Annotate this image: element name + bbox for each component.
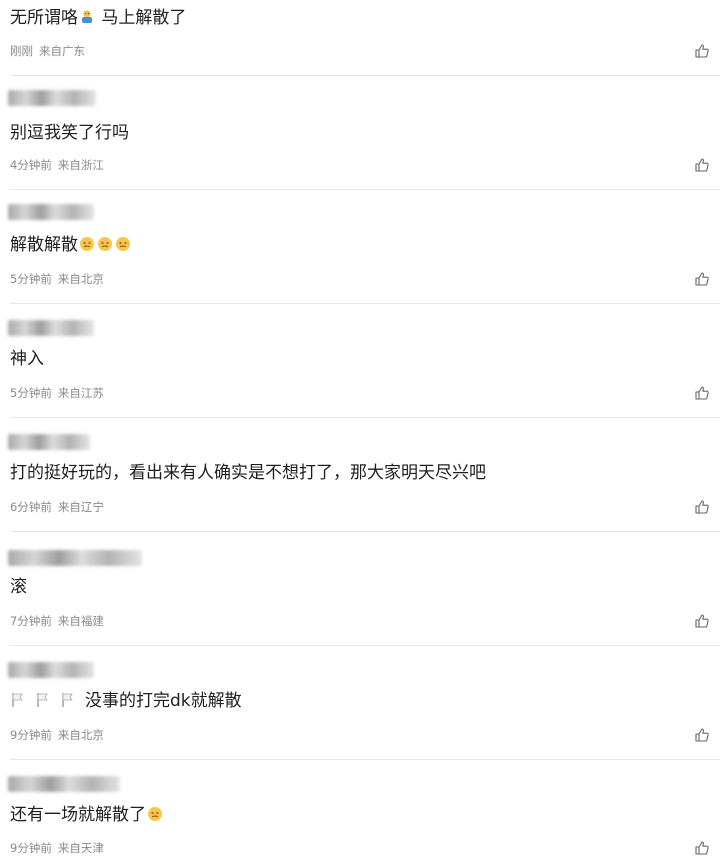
comment-location: 来自北京 (57, 272, 104, 286)
comment-time: 9分钟前 (10, 728, 52, 742)
comment-item: 打的挺好玩的，看出来有人确实是不想打了，那大家明天尽兴吧 6分钟前 来自辽宁 (0, 418, 720, 532)
comment-meta: 5分钟前 来自江苏 (10, 385, 110, 401)
thumbs-up-icon[interactable] (694, 157, 710, 173)
thumbs-up-icon[interactable] (694, 727, 710, 743)
thumbs-up-icon[interactable] (694, 271, 710, 287)
thumbs-up-icon[interactable] (694, 43, 710, 59)
comment-item: 神入 5分钟前 来自江苏 (0, 304, 720, 418)
thumbs-up-icon[interactable] (694, 613, 710, 629)
comment-item: 还有一场就解散了 9分钟前 来自天津 (0, 760, 720, 861)
comment-text: 没事的打完dk就解散 (10, 689, 242, 713)
person-emoji-icon (82, 10, 92, 23)
comment-location: 来自北京 (57, 728, 104, 742)
comment-item: 无所谓咯 马上解散了 刚刚 来自广东 (0, 0, 720, 76)
username-blurred (8, 550, 142, 566)
comment-item: 别逗我笑了行吗 4分钟前 来自浙江 (0, 76, 720, 190)
comment-meta: 4分钟前 来自浙江 (10, 157, 110, 173)
comment-item: 解散解散 5分钟前 来自北京 (0, 190, 720, 304)
username-blurred (8, 776, 120, 792)
comment-meta: 5分钟前 来自北京 (10, 271, 110, 287)
comment-text: 无所谓咯 马上解散了 (10, 8, 187, 28)
username-blurred (8, 204, 94, 220)
username-blurred (8, 90, 96, 106)
comment-time: 刚刚 (10, 44, 33, 58)
crying-face-emoji-icon (80, 237, 94, 251)
comment-location: 来自福建 (57, 614, 104, 628)
comment-item: 没事的打完dk就解散 9分钟前 来自北京 (0, 646, 720, 760)
comment-text: 解散解散 (10, 233, 132, 257)
comment-meta: 9分钟前 来自北京 (10, 727, 110, 743)
thumbs-up-icon[interactable] (694, 499, 710, 515)
comment-text: 神入 (10, 349, 44, 369)
comment-meta: 刚刚 来自广东 (10, 43, 91, 59)
comment-meta: 9分钟前 来自天津 (10, 840, 110, 856)
comment-time: 6分钟前 (10, 500, 52, 514)
comment-text: 滚 (10, 577, 27, 597)
thumbs-up-icon[interactable] (694, 840, 710, 856)
username-blurred (8, 662, 94, 678)
crying-face-emoji-icon (116, 237, 130, 251)
comment-meta: 6分钟前 来自辽宁 (10, 499, 110, 515)
comment-location: 来自辽宁 (57, 500, 104, 514)
comment-location: 来自天津 (57, 841, 104, 855)
comment-location: 来自广东 (39, 44, 85, 58)
white-flag-icon (12, 693, 23, 707)
comment-text: 打的挺好玩的，看出来有人确实是不想打了，那大家明天尽兴吧 (10, 463, 486, 483)
comment-location: 来自浙江 (57, 158, 104, 172)
comment-time: 9分钟前 (10, 841, 52, 855)
comment-time: 4分钟前 (10, 158, 52, 172)
crying-face-emoji-icon (98, 237, 112, 251)
comment-time: 7分钟前 (10, 614, 52, 628)
comment-time: 5分钟前 (10, 386, 52, 400)
comment-meta: 7分钟前 来自福建 (10, 613, 110, 629)
username-blurred (8, 320, 94, 336)
white-flag-icon (37, 693, 48, 707)
comment-time: 5分钟前 (10, 272, 52, 286)
crying-face-emoji-icon (148, 807, 162, 821)
comment-location: 来自江苏 (57, 386, 104, 400)
comment-item: 滚 7分钟前 来自福建 (0, 532, 720, 646)
username-blurred (8, 434, 90, 450)
comment-text: 别逗我笑了行吗 (10, 123, 129, 143)
thumbs-up-icon[interactable] (694, 385, 710, 401)
white-flag-icon (62, 693, 73, 707)
comment-text: 还有一场就解散了 (10, 803, 164, 827)
comment-list: 无所谓咯 马上解散了 刚刚 来自广东 别逗我笑了行吗 4分钟前 来自浙江 解散解… (0, 0, 720, 861)
